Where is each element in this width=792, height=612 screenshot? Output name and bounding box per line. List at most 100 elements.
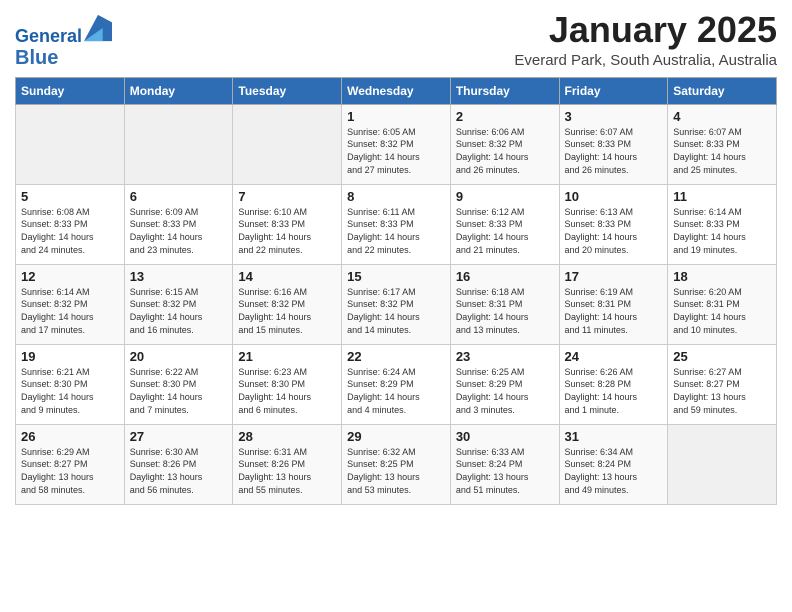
day-info: Sunrise: 6:06 AM Sunset: 8:32 PM Dayligh… <box>456 126 554 176</box>
day-cell: 3 Sunrise: 6:07 AM Sunset: 8:33 PM Daylig… <box>559 104 668 184</box>
day-number: 29 <box>347 429 445 444</box>
day-info: Sunrise: 6:30 AM Sunset: 8:26 PM Dayligh… <box>130 446 228 496</box>
day-cell: 30 Sunrise: 6:33 AM Sunset: 8:24 PM Dayli… <box>450 424 559 504</box>
day-cell: 6Sunrise: 6:09 AM Sunset: 8:33 PM Daylig… <box>124 184 233 264</box>
day-info: Sunrise: 6:27 AM Sunset: 8:27 PM Dayligh… <box>673 366 771 416</box>
day-number: 1 <box>347 109 445 124</box>
day-info: Sunrise: 6:14 AM Sunset: 8:32 PM Dayligh… <box>21 286 119 336</box>
day-number: 17 <box>565 269 663 284</box>
day-info: Sunrise: 6:07 AM Sunset: 8:33 PM Dayligh… <box>565 126 663 176</box>
day-cell: 20Sunrise: 6:22 AM Sunset: 8:30 PM Dayli… <box>124 344 233 424</box>
day-number: 21 <box>238 349 336 364</box>
day-info: Sunrise: 6:11 AM Sunset: 8:33 PM Dayligh… <box>347 206 445 256</box>
day-cell: 13 Sunrise: 6:15 AM Sunset: 8:32 PM Dayli… <box>124 264 233 344</box>
day-cell: 2 Sunrise: 6:06 AM Sunset: 8:32 PM Daylig… <box>450 104 559 184</box>
day-number: 12 <box>21 269 119 284</box>
day-info: Sunrise: 6:05 AM Sunset: 8:32 PM Dayligh… <box>347 126 445 176</box>
day-info: Sunrise: 6:18 AM Sunset: 8:31 PM Dayligh… <box>456 286 554 336</box>
day-cell: 4 Sunrise: 6:07 AM Sunset: 8:33 PM Daylig… <box>668 104 777 184</box>
day-number: 9 <box>456 189 554 204</box>
day-info: Sunrise: 6:17 AM Sunset: 8:32 PM Dayligh… <box>347 286 445 336</box>
day-number: 23 <box>456 349 554 364</box>
day-number: 16 <box>456 269 554 284</box>
title-block: January 2025 Everard Park, South Austral… <box>514 10 777 69</box>
day-number: 5 <box>21 189 119 204</box>
day-info: Sunrise: 6:21 AM Sunset: 8:30 PM Dayligh… <box>21 366 119 416</box>
day-number: 3 <box>565 109 663 124</box>
day-number: 13 <box>130 269 228 284</box>
day-number: 14 <box>238 269 336 284</box>
day-info: Sunrise: 6:10 AM Sunset: 8:33 PM Dayligh… <box>238 206 336 256</box>
day-cell: 19 Sunrise: 6:21 AM Sunset: 8:30 PM Dayli… <box>16 344 125 424</box>
day-cell: 12 Sunrise: 6:14 AM Sunset: 8:32 PM Dayli… <box>16 264 125 344</box>
day-cell: 18Sunrise: 6:20 AM Sunset: 8:31 PM Dayli… <box>668 264 777 344</box>
day-info: Sunrise: 6:26 AM Sunset: 8:28 PM Dayligh… <box>565 366 663 416</box>
day-info: Sunrise: 6:09 AM Sunset: 8:33 PM Dayligh… <box>130 206 228 256</box>
day-info: Sunrise: 6:29 AM Sunset: 8:27 PM Dayligh… <box>21 446 119 496</box>
day-cell <box>233 104 342 184</box>
day-info: Sunrise: 6:19 AM Sunset: 8:31 PM Dayligh… <box>565 286 663 336</box>
day-info: Sunrise: 6:14 AM Sunset: 8:33 PM Dayligh… <box>673 206 771 256</box>
day-number: 18 <box>673 269 771 284</box>
day-number: 27 <box>130 429 228 444</box>
location-title: Everard Park, South Australia, Australia <box>514 52 777 69</box>
day-cell <box>668 424 777 504</box>
day-cell: 14 Sunrise: 6:16 AM Sunset: 8:32 PM Dayli… <box>233 264 342 344</box>
day-number: 28 <box>238 429 336 444</box>
week-row-5: 26Sunrise: 6:29 AM Sunset: 8:27 PM Dayli… <box>16 424 777 504</box>
day-cell: 10 Sunrise: 6:13 AM Sunset: 8:33 PM Dayli… <box>559 184 668 264</box>
day-number: 2 <box>456 109 554 124</box>
header-thursday: Thursday <box>450 77 559 104</box>
header-sunday: Sunday <box>16 77 125 104</box>
day-number: 10 <box>565 189 663 204</box>
day-info: Sunrise: 6:07 AM Sunset: 8:33 PM Dayligh… <box>673 126 771 176</box>
day-number: 24 <box>565 349 663 364</box>
day-cell: 16 Sunrise: 6:18 AM Sunset: 8:31 PM Dayli… <box>450 264 559 344</box>
day-cell: 9 Sunrise: 6:12 AM Sunset: 8:33 PM Daylig… <box>450 184 559 264</box>
day-info: Sunrise: 6:13 AM Sunset: 8:33 PM Dayligh… <box>565 206 663 256</box>
day-cell: 28Sunrise: 6:31 AM Sunset: 8:26 PM Dayli… <box>233 424 342 504</box>
day-cell: 11 Sunrise: 6:14 AM Sunset: 8:33 PM Dayli… <box>668 184 777 264</box>
day-info: Sunrise: 6:23 AM Sunset: 8:30 PM Dayligh… <box>238 366 336 416</box>
day-cell: 25Sunrise: 6:27 AM Sunset: 8:27 PM Dayli… <box>668 344 777 424</box>
header-row: SundayMondayTuesdayWednesdayThursdayFrid… <box>16 77 777 104</box>
week-row-4: 19 Sunrise: 6:21 AM Sunset: 8:30 PM Dayli… <box>16 344 777 424</box>
week-row-3: 12 Sunrise: 6:14 AM Sunset: 8:32 PM Dayli… <box>16 264 777 344</box>
week-row-2: 5Sunrise: 6:08 AM Sunset: 8:33 PM Daylig… <box>16 184 777 264</box>
day-cell <box>16 104 125 184</box>
day-cell: 17 Sunrise: 6:19 AM Sunset: 8:31 PM Dayli… <box>559 264 668 344</box>
day-cell: 22Sunrise: 6:24 AM Sunset: 8:29 PM Dayli… <box>342 344 451 424</box>
logo: General Blue <box>15 14 112 69</box>
logo-icon <box>84 14 112 42</box>
day-info: Sunrise: 6:16 AM Sunset: 8:32 PM Dayligh… <box>238 286 336 336</box>
page-header: General Blue January 2025 Everard Park, … <box>15 10 777 69</box>
header-friday: Friday <box>559 77 668 104</box>
day-info: Sunrise: 6:24 AM Sunset: 8:29 PM Dayligh… <box>347 366 445 416</box>
day-info: Sunrise: 6:25 AM Sunset: 8:29 PM Dayligh… <box>456 366 554 416</box>
header-monday: Monday <box>124 77 233 104</box>
week-row-1: 1 Sunrise: 6:05 AM Sunset: 8:32 PM Daylig… <box>16 104 777 184</box>
day-number: 11 <box>673 189 771 204</box>
day-cell: 27 Sunrise: 6:30 AM Sunset: 8:26 PM Dayli… <box>124 424 233 504</box>
day-cell: 21 Sunrise: 6:23 AM Sunset: 8:30 PM Dayli… <box>233 344 342 424</box>
day-number: 20 <box>130 349 228 364</box>
day-number: 31 <box>565 429 663 444</box>
day-number: 4 <box>673 109 771 124</box>
day-info: Sunrise: 6:33 AM Sunset: 8:24 PM Dayligh… <box>456 446 554 496</box>
day-cell: 23 Sunrise: 6:25 AM Sunset: 8:29 PM Dayli… <box>450 344 559 424</box>
day-info: Sunrise: 6:12 AM Sunset: 8:33 PM Dayligh… <box>456 206 554 256</box>
header-tuesday: Tuesday <box>233 77 342 104</box>
day-cell: 15 Sunrise: 6:17 AM Sunset: 8:32 PM Dayli… <box>342 264 451 344</box>
day-number: 30 <box>456 429 554 444</box>
day-info: Sunrise: 6:32 AM Sunset: 8:25 PM Dayligh… <box>347 446 445 496</box>
day-info: Sunrise: 6:15 AM Sunset: 8:32 PM Dayligh… <box>130 286 228 336</box>
day-cell: 26Sunrise: 6:29 AM Sunset: 8:27 PM Dayli… <box>16 424 125 504</box>
day-cell: 1 Sunrise: 6:05 AM Sunset: 8:32 PM Daylig… <box>342 104 451 184</box>
day-number: 19 <box>21 349 119 364</box>
day-info: Sunrise: 6:34 AM Sunset: 8:24 PM Dayligh… <box>565 446 663 496</box>
day-cell: 8Sunrise: 6:11 AM Sunset: 8:33 PM Daylig… <box>342 184 451 264</box>
day-cell: 29 Sunrise: 6:32 AM Sunset: 8:25 PM Dayli… <box>342 424 451 504</box>
header-saturday: Saturday <box>668 77 777 104</box>
day-number: 15 <box>347 269 445 284</box>
month-title: January 2025 <box>514 10 777 50</box>
